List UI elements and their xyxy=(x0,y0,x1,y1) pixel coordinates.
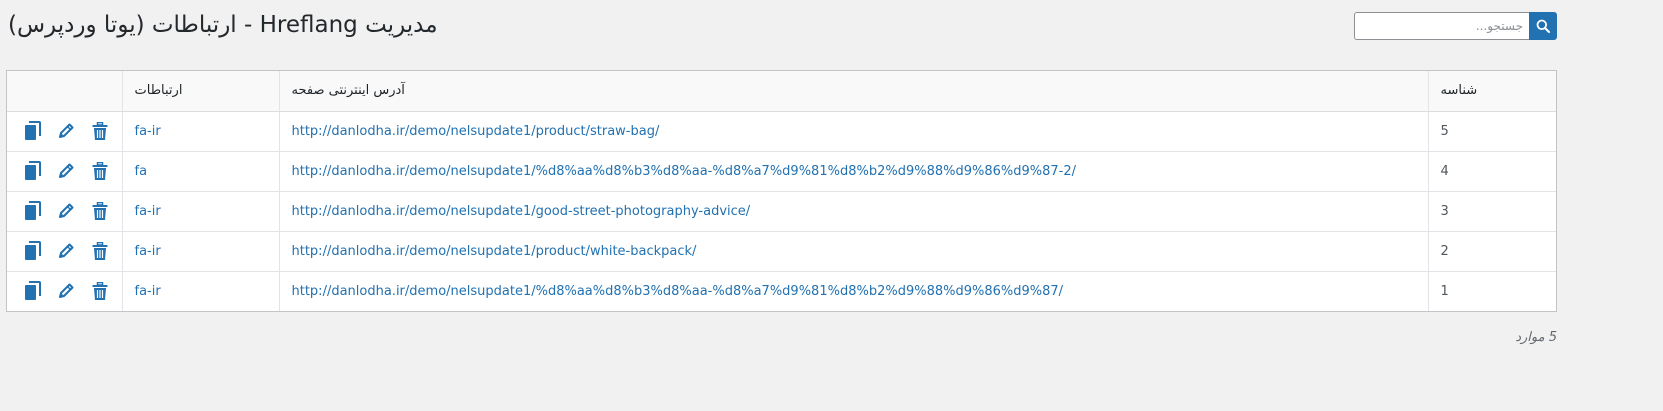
row-actions-cell xyxy=(7,231,123,272)
column-header-links-label: ارتباطات xyxy=(134,83,183,99)
row-links-cell: fa xyxy=(122,151,280,192)
row-url-cell: http://danlodha.ir/demo/nelsupdate1/%d8%… xyxy=(279,151,1429,192)
trash-icon[interactable] xyxy=(90,281,110,301)
row-actions-cell xyxy=(7,271,123,311)
table-row: fa-ir http://danlodha.ir/demo/nelsupdate… xyxy=(7,271,1556,311)
row-actions xyxy=(19,121,110,141)
column-header-links: ارتباطات xyxy=(122,71,280,112)
page-url-link[interactable]: http://danlodha.ir/demo/nelsupdate1/prod… xyxy=(292,244,697,259)
edit-icon[interactable] xyxy=(57,161,77,181)
page-url-link[interactable]: http://danlodha.ir/demo/nelsupdate1/good… xyxy=(292,204,751,219)
row-links-cell: fa-ir xyxy=(122,191,280,232)
edit-icon[interactable] xyxy=(57,241,77,261)
column-header-url-label: آدرس اینترنتی صفحه xyxy=(291,83,405,99)
row-actions xyxy=(19,161,110,181)
row-actions xyxy=(19,241,110,261)
copy-icon[interactable] xyxy=(23,241,43,261)
row-url-cell: http://danlodha.ir/demo/nelsupdate1/prod… xyxy=(279,111,1429,152)
row-links-cell: fa-ir xyxy=(122,111,280,152)
row-actions xyxy=(19,201,110,221)
trash-icon[interactable] xyxy=(90,241,110,261)
search-button[interactable] xyxy=(1529,12,1557,40)
hreflang-link[interactable]: fa xyxy=(135,164,148,179)
hreflang-link[interactable]: fa-ir xyxy=(135,244,161,259)
edit-icon[interactable] xyxy=(57,201,77,221)
search-input[interactable] xyxy=(1354,12,1529,40)
row-id-cell: 2 xyxy=(1428,231,1556,272)
trash-icon[interactable] xyxy=(90,121,110,141)
hreflang-table: ارتباطات آدرس اینترنتی صفحه شناسه fa-ir … xyxy=(6,70,1557,312)
table-row: fa-ir http://danlodha.ir/demo/nelsupdate… xyxy=(7,231,1556,272)
row-id-cell: 3 xyxy=(1428,191,1556,232)
row-id-cell: 1 xyxy=(1440,283,1449,299)
row-links-cell: fa-ir xyxy=(122,231,280,272)
hreflang-link[interactable]: fa-ir xyxy=(135,284,161,299)
row-url-cell: http://danlodha.ir/demo/nelsupdate1/prod… xyxy=(279,231,1429,272)
edit-icon[interactable] xyxy=(57,121,77,141)
hreflang-link[interactable]: fa-ir xyxy=(135,204,161,219)
search-box xyxy=(1354,12,1557,40)
item-count: 5 موارد xyxy=(1515,330,1557,345)
table-row: fa-ir http://danlodha.ir/demo/nelsupdate… xyxy=(7,191,1556,232)
row-actions-cell xyxy=(7,111,123,152)
copy-icon[interactable] xyxy=(23,201,43,221)
edit-icon[interactable] xyxy=(57,281,77,301)
table-row: fa-ir http://danlodha.ir/demo/nelsupdate… xyxy=(7,111,1556,152)
copy-icon[interactable] xyxy=(23,161,43,181)
copy-icon[interactable] xyxy=(23,281,43,301)
row-id-cell: 5 xyxy=(1428,111,1556,152)
column-header-id: شناسه xyxy=(1428,71,1556,112)
row-id-cell: 4 xyxy=(1428,151,1556,192)
row-links-cell: fa-ir xyxy=(122,271,280,311)
row-url-cell: http://danlodha.ir/demo/nelsupdate1/%d8%… xyxy=(279,271,1429,311)
page-url-link[interactable]: http://danlodha.ir/demo/nelsupdate1/%d8%… xyxy=(292,164,1077,179)
trash-icon[interactable] xyxy=(90,201,110,221)
column-header-id-label: شناسه xyxy=(1440,83,1478,99)
row-url-cell: http://danlodha.ir/demo/nelsupdate1/good… xyxy=(279,191,1429,232)
table-row: fa http://danlodha.ir/demo/nelsupdate1/%… xyxy=(7,151,1556,192)
column-header-url: آدرس اینترنتی صفحه xyxy=(279,71,1429,112)
column-header-actions xyxy=(7,71,123,112)
page-url-link[interactable]: http://danlodha.ir/demo/nelsupdate1/%d8%… xyxy=(292,284,1064,299)
trash-icon[interactable] xyxy=(90,161,110,181)
page-url-link[interactable]: http://danlodha.ir/demo/nelsupdate1/prod… xyxy=(292,124,660,139)
copy-icon[interactable] xyxy=(23,121,43,141)
page-title: مدیریت Hreflang - ارتباطات (یوتا وردپرس) xyxy=(8,12,438,38)
row-actions-cell xyxy=(7,151,123,192)
table-header-row: ارتباطات آدرس اینترنتی صفحه شناسه xyxy=(7,71,1556,112)
search-icon xyxy=(1536,19,1550,33)
row-actions-cell xyxy=(7,191,123,232)
hreflang-link[interactable]: fa-ir xyxy=(135,124,161,139)
row-actions xyxy=(19,281,110,301)
